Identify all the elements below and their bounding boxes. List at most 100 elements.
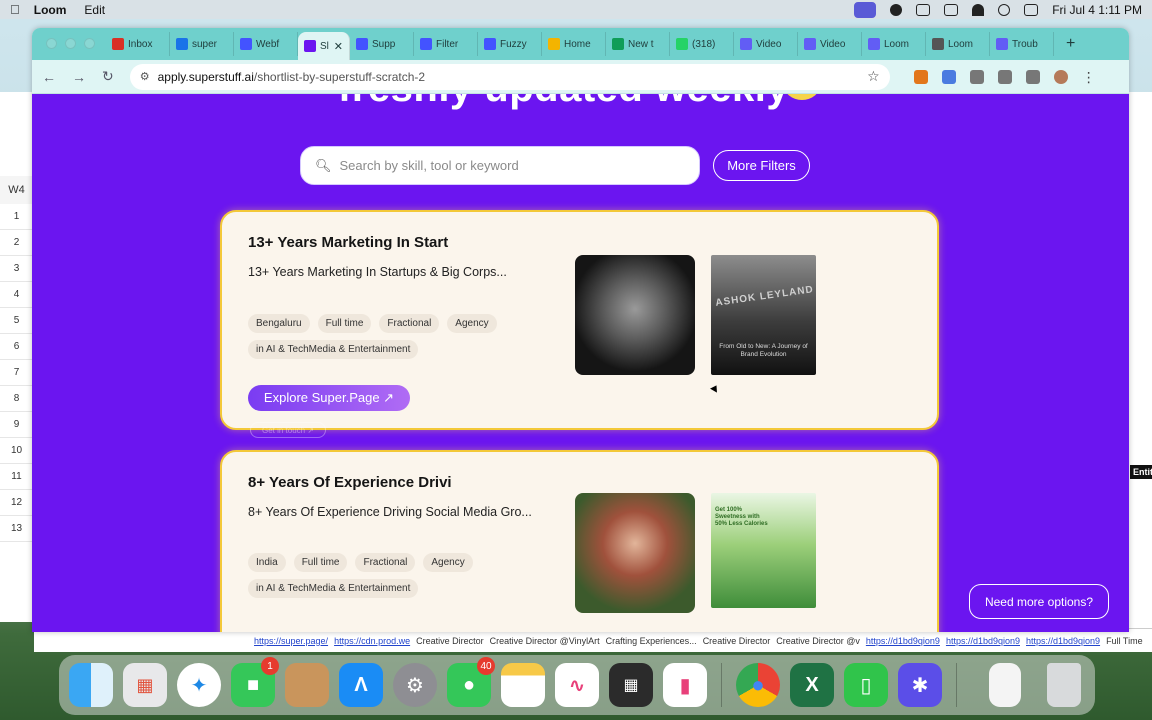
browser-tab[interactable]: super — [170, 32, 234, 56]
browser-tab[interactable]: (318) — [670, 32, 734, 56]
document-icon[interactable] — [989, 663, 1021, 707]
need-more-options-button[interactable]: Need more options? — [969, 584, 1109, 619]
launchpad-icon[interactable]: ▦ — [123, 663, 167, 707]
work-sample-caption: Get 100% Sweetness with 50% Less Calorie… — [715, 507, 768, 527]
close-tab-icon[interactable]: ✕ — [334, 40, 343, 53]
cell[interactable]: Creative Director — [416, 636, 484, 646]
wifi-icon[interactable] — [972, 3, 985, 16]
search-box[interactable]: 🔍︎ — [300, 146, 700, 185]
metamask-extension-icon[interactable] — [913, 69, 928, 84]
address-bar[interactable]: ⚙ apply.superstuff.ai/shortlist-by-super… — [129, 63, 890, 90]
iphone-mirroring-icon[interactable]: ▮ — [663, 663, 707, 707]
calculator-icon[interactable]: ▦ — [609, 663, 653, 707]
safari-icon[interactable]: ✦ — [177, 663, 221, 707]
browser-tab[interactable]: Webf — [234, 32, 298, 56]
browser-tab[interactable]: Supp — [350, 32, 414, 56]
phone-glyph: ▮ — [679, 674, 691, 697]
cell[interactable]: Crafting Experiences... — [606, 636, 697, 646]
name-box[interactable]: W4 — [0, 176, 33, 204]
cell[interactable]: Creative Director @v — [776, 636, 860, 646]
browser-tab[interactable]: Fuzzy — [478, 32, 542, 56]
work-brand-text: ASHOK LEYLAND — [714, 284, 815, 309]
profile-card[interactable]: 8+ Years Of Experience Drivi 8+ Years Of… — [220, 450, 939, 632]
tag-employment: Full time — [317, 314, 372, 333]
sync-icon[interactable] — [1025, 69, 1040, 84]
get-in-touch-button[interactable]: Get in touch ↗ — [250, 422, 326, 438]
card-subtitle: 8+ Years Of Experience Driving Social Me… — [248, 505, 532, 519]
cell-link[interactable]: https://d1bd9qion9 — [1026, 636, 1100, 646]
work-sample-image[interactable]: Get 100% Sweetness with 50% Less Calorie… — [711, 493, 816, 608]
cell[interactable]: Creative Director — [703, 636, 771, 646]
numbers-icon[interactable]: ▯ — [844, 663, 888, 707]
excel-icon[interactable]: X — [790, 663, 834, 707]
browser-tab[interactable]: Filter — [414, 32, 478, 56]
contacts-icon[interactable] — [285, 663, 329, 707]
browser-tab[interactable]: Inbox — [106, 32, 170, 56]
cell[interactable]: Full Time — [1106, 636, 1143, 646]
new-tab-button[interactable]: + — [1054, 35, 1075, 53]
app-store-icon[interactable]: Λ — [339, 663, 383, 707]
menu-edit[interactable]: Edit — [84, 3, 105, 17]
cell-link[interactable]: https://cdn.prod.we — [334, 636, 410, 646]
apple-icon[interactable]:  — [10, 2, 20, 17]
tab-favicon-icon — [740, 38, 752, 50]
keypad-glyph: ▦ — [623, 677, 639, 694]
more-menu-icon[interactable]: ⋮ — [1082, 70, 1096, 84]
bookmark-star-icon[interactable]: ☆ — [867, 68, 880, 85]
browser-tab[interactable]: Video — [798, 32, 862, 56]
browser-tab[interactable]: Sl ✕ — [298, 32, 350, 60]
zoom-window-button[interactable] — [84, 38, 95, 49]
close-window-button[interactable] — [46, 38, 57, 49]
system-settings-icon[interactable]: ⚙ — [393, 663, 437, 707]
puzzle-extension-icon[interactable] — [969, 69, 984, 84]
messages-icon[interactable]: ● 40 — [447, 657, 495, 707]
finder-icon[interactable] — [69, 663, 113, 707]
control-center-icon[interactable] — [1024, 3, 1039, 16]
search-icon[interactable] — [998, 3, 1011, 16]
more-filters-button[interactable]: More Filters — [713, 150, 810, 181]
work-sample-image[interactable]: ASHOK LEYLAND From Old to New: A Journey… — [711, 255, 816, 375]
emoji-icon — [784, 94, 820, 100]
browser-tab[interactable]: Troub — [990, 32, 1054, 56]
perplexity-icon[interactable]: ✱ — [898, 663, 942, 707]
squiggle-glyph: ∿ — [568, 674, 586, 697]
cell-link[interactable]: https://d1bd9qion9 — [866, 636, 940, 646]
profile-avatar[interactable] — [1053, 69, 1068, 84]
search-input[interactable] — [339, 158, 670, 173]
tab-search-icon[interactable] — [997, 69, 1012, 84]
browser-tab[interactable]: Loom — [926, 32, 990, 56]
browser-tab[interactable]: New t — [606, 32, 670, 56]
screen-record-icon[interactable] — [854, 1, 877, 18]
facetime-icon[interactable]: ■ 1 — [231, 657, 279, 707]
browser-tab[interactable]: Video — [734, 32, 798, 56]
cell-link[interactable]: https://d1bd9qion9 — [946, 636, 1020, 646]
status-icon-2[interactable] — [916, 3, 931, 16]
row-number: 9 — [0, 412, 33, 438]
reload-icon[interactable]: ↻ — [102, 68, 114, 85]
notes-icon[interactable] — [501, 663, 545, 707]
extension-icon[interactable] — [941, 69, 956, 84]
battery-icon[interactable] — [944, 3, 959, 16]
tag-employment: Full time — [293, 553, 348, 572]
forward-arrow-icon[interactable]: → — [72, 69, 86, 85]
tab-favicon-icon — [868, 38, 880, 50]
menu-app-name[interactable]: Loom — [34, 3, 67, 17]
minimize-window-button[interactable] — [65, 38, 76, 49]
status-icon[interactable] — [890, 3, 903, 16]
browser-window: Inbox super Webf Sl ✕ Supp Filter Fuzzy Home New … — [32, 28, 1129, 632]
freeform-icon[interactable]: ∿ — [555, 663, 599, 707]
cell-link[interactable]: https://super.page/ — [254, 636, 328, 646]
browser-tab[interactable]: Loom — [862, 32, 926, 56]
page-content: freshly updated weekly 🔍︎ More Filters 1… — [32, 94, 1129, 632]
cell[interactable]: Creative Director @VinylArt — [490, 636, 600, 646]
back-arrow-icon[interactable]: ← — [42, 69, 56, 85]
browser-tab[interactable]: Home — [542, 32, 606, 56]
industry-list: in AI & TechMedia & Entertainment — [248, 340, 419, 359]
explore-superpage-button[interactable]: Explore Super.Page ↗ — [248, 385, 410, 411]
chrome-icon[interactable]: ● — [736, 663, 780, 707]
menu-clock[interactable]: Fri Jul 4 1:11 PM — [1052, 3, 1142, 17]
profile-card[interactable]: 13+ Years Marketing In Start 13+ Years M… — [220, 210, 939, 430]
site-info-icon[interactable]: ⚙ — [140, 70, 150, 83]
tag-type: Fractional — [379, 314, 440, 333]
trash-icon[interactable] — [1047, 663, 1081, 707]
